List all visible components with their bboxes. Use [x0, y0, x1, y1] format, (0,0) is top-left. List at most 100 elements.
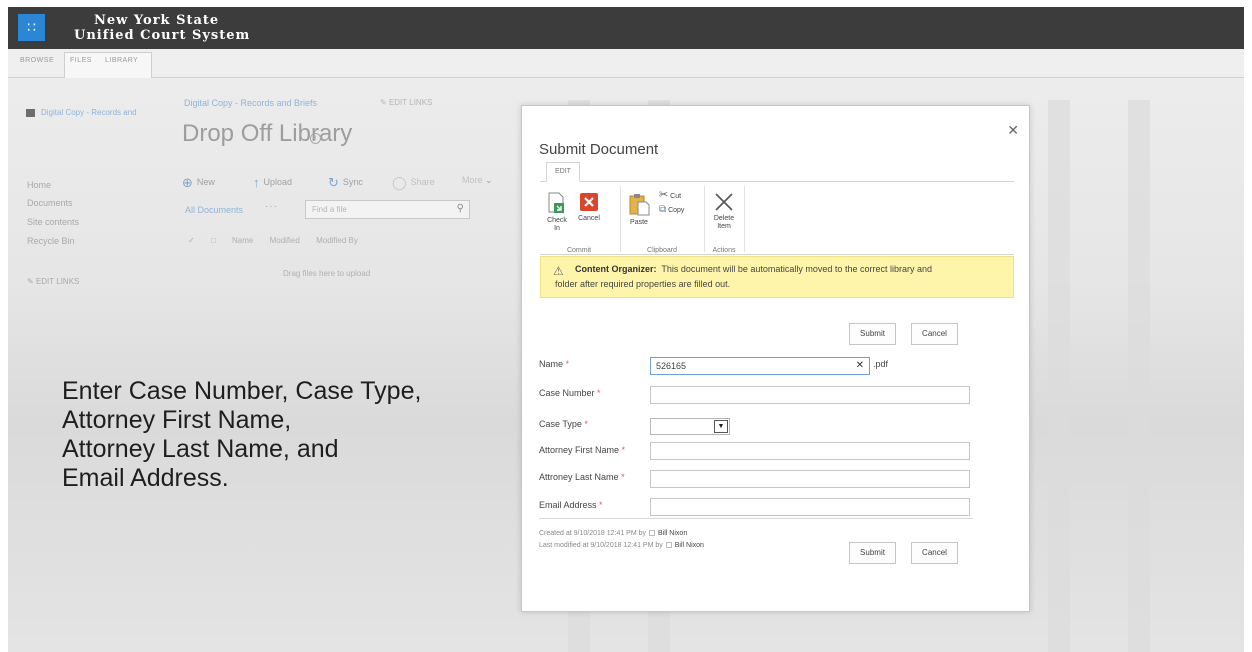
more-label: More: [462, 175, 483, 185]
share-label: Share: [410, 177, 435, 187]
notice-line-1: Content Organizer: This document will be…: [555, 262, 1005, 277]
app-launcher-icon[interactable]: ∷: [18, 14, 45, 41]
tab-files[interactable]: FILES: [70, 57, 92, 64]
form-divider: [539, 518, 973, 519]
delete-item-button[interactable]: Delete Item: [709, 192, 739, 231]
ribbon-group-clipboard: Paste ✂ Cut ⧉ Copy Clipboard: [621, 182, 703, 256]
created-info: Created at 9/10/2018 12:41 PM by Bill Nix…: [539, 528, 704, 540]
more-command[interactable]: More ⌄: [462, 175, 493, 186]
group-divider: [744, 186, 745, 252]
info-icon[interactable]: i: [310, 133, 321, 144]
new-command[interactable]: ⊕ New: [182, 175, 215, 191]
attorney-first-name-label-text: Attorney First Name: [539, 445, 620, 455]
attorney-first-name-field[interactable]: [650, 442, 970, 460]
submit-document-dialog: Submit Document ✕ EDIT Check In Cancel C…: [521, 105, 1030, 612]
delete-label-2: Item: [717, 223, 731, 230]
created-by-user[interactable]: Bill Nixon: [658, 530, 687, 537]
share-command[interactable]: ◯ Share: [392, 175, 435, 191]
background-column: [1048, 100, 1070, 652]
attorney-last-name-field[interactable]: [650, 470, 970, 488]
modified-by-user[interactable]: Bill Nixon: [675, 542, 704, 549]
pencil-icon: ✎: [27, 277, 34, 286]
tab-library[interactable]: LIBRARY: [105, 57, 138, 64]
brand-logo[interactable]: New York State Unified Court System: [74, 13, 250, 43]
content-organizer-notice: ⚠ Content Organizer: This document will …: [540, 256, 1014, 298]
email-address-label-text: Email Address: [539, 500, 597, 510]
check-in-label-2: In: [554, 225, 560, 232]
notice-heading: Content Organizer:: [575, 264, 657, 274]
paste-button[interactable]: Paste: [627, 192, 651, 227]
list-column-headers: ✓ □ Name Modified Modified By: [188, 236, 372, 245]
paste-icon: [629, 194, 650, 216]
breadcrumb[interactable]: Digital Copy - Records and Briefs: [184, 98, 317, 108]
chevron-down-icon[interactable]: ▼: [714, 420, 728, 433]
instruction-line: Enter Case Number, Case Type,: [62, 377, 422, 405]
close-icon[interactable]: ✕: [1007, 122, 1019, 139]
required-marker: *: [621, 472, 625, 482]
sidebar-item-site-contents[interactable]: Site contents: [27, 217, 79, 227]
instruction-line: Email Address.: [62, 464, 229, 492]
view-options-ellipsis[interactable]: ···: [265, 201, 278, 212]
cancel-button-bottom[interactable]: Cancel: [911, 542, 958, 564]
dialog-title: Submit Document: [539, 141, 659, 158]
column-header-modified[interactable]: Modified: [270, 236, 300, 245]
drag-drop-hint: Drag files here to upload: [283, 269, 371, 278]
group-label-clipboard: Clipboard: [647, 247, 677, 254]
cancel-button-top[interactable]: Cancel: [911, 323, 958, 345]
site-logo[interactable]: Digital Copy - Records and: [26, 108, 137, 117]
select-all-check-icon[interactable]: ✓: [188, 236, 195, 245]
name-label-text: Name: [539, 359, 564, 369]
check-in-button[interactable]: Check In: [544, 192, 570, 233]
required-marker: *: [565, 359, 570, 369]
email-address-field[interactable]: [650, 498, 970, 516]
cancel-label: Cancel: [578, 215, 600, 222]
case-number-field[interactable]: [650, 386, 970, 404]
upload-label: Upload: [263, 177, 293, 187]
required-marker: *: [621, 445, 626, 455]
cancel-checkout-button[interactable]: Cancel: [574, 192, 604, 223]
find-file-input[interactable]: Find a file ⚲: [305, 200, 470, 219]
case-type-select[interactable]: ▼: [650, 418, 730, 435]
submit-button-top[interactable]: Submit: [849, 323, 896, 345]
edit-links-sidebar[interactable]: ✎ EDIT LINKS: [27, 277, 79, 286]
required-marker: *: [597, 388, 601, 398]
background-column: [1128, 100, 1150, 652]
selected-tab-frame: [64, 52, 152, 78]
cancel-x-icon: [580, 193, 598, 211]
name-field[interactable]: 526165 ✕: [650, 357, 870, 375]
clear-icon[interactable]: ✕: [856, 358, 864, 374]
warning-icon: ⚠: [553, 264, 564, 278]
column-header-modified-by[interactable]: Modified By: [316, 236, 358, 245]
upload-arrow-icon: ↑: [253, 175, 260, 190]
sync-command[interactable]: ↻ Sync: [328, 175, 363, 191]
check-in-label-1: Check: [547, 217, 567, 224]
tab-browse[interactable]: BROWSE: [20, 57, 54, 64]
case-number-label-text: Case Number: [539, 388, 595, 398]
sidebar-item-home[interactable]: Home: [27, 180, 51, 190]
cut-button[interactable]: ✂ Cut: [659, 188, 681, 201]
site-logo-text: Digital Copy - Records and: [41, 108, 137, 117]
brand-line-1: New York State: [94, 13, 220, 28]
ribbon-group-commit: Check In Cancel Commit: [540, 182, 618, 256]
tab-edit[interactable]: EDIT: [546, 162, 580, 182]
edit-links-top[interactable]: ✎ EDIT LINKS: [380, 98, 432, 107]
instruction-caption: Enter Case Number, Case Type, Attorney F…: [62, 377, 532, 493]
plus-circle-icon: ⊕: [182, 175, 193, 190]
sync-icon: ↻: [328, 175, 339, 190]
new-label: New: [196, 177, 215, 187]
search-icon[interactable]: ⚲: [457, 203, 464, 214]
sidebar-item-recycle-bin[interactable]: Recycle Bin: [27, 236, 75, 246]
copy-label: Copy: [668, 207, 685, 214]
submit-button-bottom[interactable]: Submit: [849, 542, 896, 564]
ribbon-group-actions: Delete Item Actions: [705, 182, 743, 256]
upload-command[interactable]: ↑ Upload: [253, 175, 292, 190]
sidebar-item-documents[interactable]: Documents: [27, 198, 73, 208]
group-label-commit: Commit: [566, 247, 592, 254]
modified-info: Last modified at 9/10/2018 12:41 PM by Bi…: [539, 540, 704, 552]
case-type-label-text: Case Type: [539, 419, 582, 429]
email-address-label: Email Address *: [539, 500, 603, 510]
view-all-documents[interactable]: All Documents: [185, 205, 243, 215]
copy-button[interactable]: ⧉ Copy: [659, 204, 684, 215]
column-header-name[interactable]: Name: [232, 236, 253, 245]
notice-text-2: folder after required properties are fil…: [555, 279, 731, 289]
